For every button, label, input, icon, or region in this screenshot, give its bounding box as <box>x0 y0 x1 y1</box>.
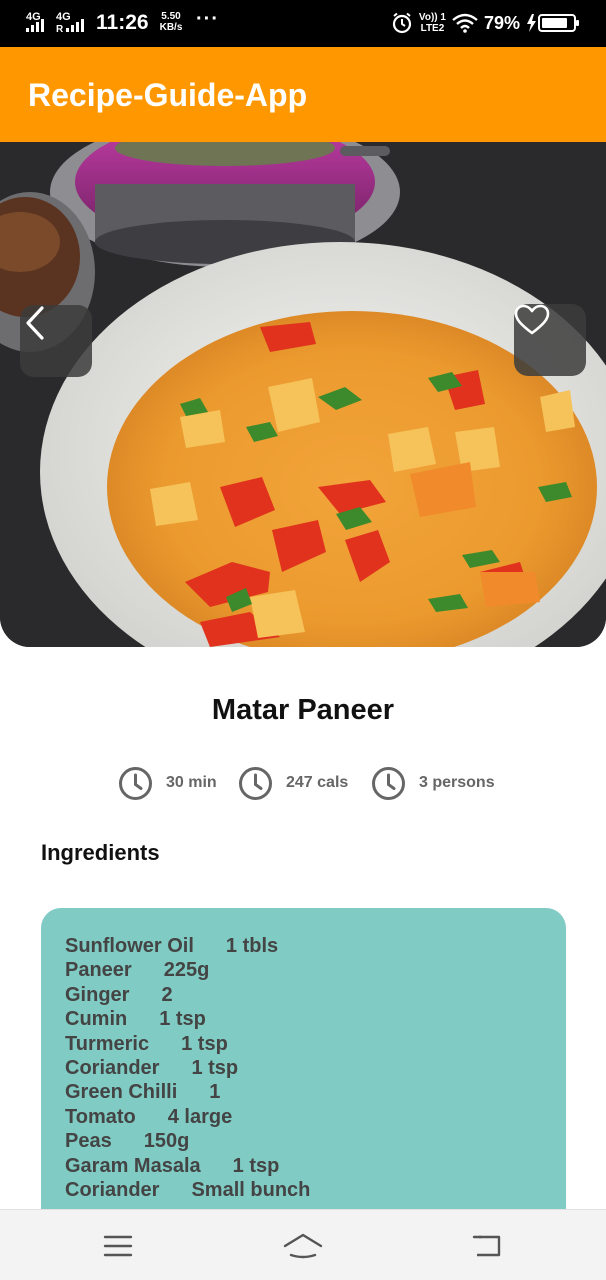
battery-percent: 79% <box>483 12 520 33</box>
clock-time: 11:26 <box>96 11 149 34</box>
ingredient-row: Cumin 1 tsp <box>65 1007 310 1031</box>
svg-text:R: R <box>56 24 64 34</box>
ingredient-name: Paneer <box>65 959 132 982</box>
ingredient-qty: 4 large <box>167 1105 233 1128</box>
clock-icon <box>239 766 272 800</box>
lte2-label: LTE2 <box>420 23 445 34</box>
more-notifications: ··· <box>196 8 219 30</box>
ingredient-qty: 1 <box>209 1081 221 1104</box>
ingredient-name: Cumin <box>65 1008 128 1031</box>
ingredient-name: Ginger <box>65 983 130 1006</box>
speed-unit: KB/s <box>159 22 183 33</box>
app-title: Recipe-Guide-App <box>28 77 308 113</box>
back-nav-button[interactable] <box>467 1230 507 1262</box>
ingredient-qty: 225g <box>163 959 210 982</box>
ingredient-name: Coriander <box>65 1178 160 1201</box>
network-1-label: 4G <box>26 11 41 23</box>
ingredient-name: Coriander <box>65 1056 160 1079</box>
ingredient-row: Green Chilli 1 <box>65 1080 310 1104</box>
ingredient-name: Green Chilli <box>65 1081 178 1104</box>
ingredient-row: Paneer 225g <box>65 958 310 982</box>
ingredient-name: Peas <box>65 1130 112 1153</box>
ingredient-row: Ginger 2 <box>65 983 310 1007</box>
ingredients-heading: Ingredients <box>41 840 160 865</box>
battery-charging-icon <box>527 14 579 32</box>
ingredient-name: Garam Masala <box>65 1154 201 1177</box>
ingredient-row: Turmeric 1 tsp <box>65 1032 310 1056</box>
ingredient-row: Peas 150g <box>65 1129 310 1153</box>
recipe-photo <box>0 142 606 647</box>
info-servings: 3 persons <box>371 765 495 801</box>
info-calories: 247 cals <box>238 765 348 801</box>
ingredient-row: Garam Masala 1 tsp <box>65 1154 310 1178</box>
system-nav-bar <box>0 1209 606 1280</box>
app-bar: Recipe-Guide-App <box>0 47 606 142</box>
volte-label: Vo)) 1 <box>418 12 446 23</box>
ingredient-qty: 1 tsp <box>191 1056 239 1079</box>
network-2-label: 4G <box>56 11 71 23</box>
cook-time-text: 30 min <box>166 774 217 791</box>
back-button[interactable] <box>20 305 92 377</box>
status-right: Vo)) 1 LTE2 79% <box>391 10 580 36</box>
alarm-icon <box>392 12 412 34</box>
calories-text: 247 cals <box>286 774 349 791</box>
ingredient-name: Turmeric <box>65 1032 150 1055</box>
network-speed: 5.50 KB/s <box>158 11 184 33</box>
speed-value: 5.50 <box>161 11 181 22</box>
ingredients-list: Sunflower Oil 1 tbls Paneer 225g Ginger 2 C… <box>65 934 310 1202</box>
heart-icon <box>514 304 550 335</box>
menu-icon <box>103 1235 133 1257</box>
ingredient-qty: 1 tsp <box>181 1032 228 1055</box>
clock-icon <box>372 766 405 800</box>
wifi-icon <box>452 13 478 33</box>
lte-indicator: Vo)) 1 LTE2 <box>419 12 446 34</box>
servings-text: 3 persons <box>419 774 495 791</box>
ingredient-qty: 1 tsp <box>159 1008 206 1031</box>
ingredient-row: Coriander Small bunch <box>65 1178 310 1202</box>
status-bar: 4G 4G R 11:26 5.50 KB/s ··· Vo)) 1 LTE2 <box>0 0 606 47</box>
home-icon <box>283 1233 323 1259</box>
signal-icon: 4G 4G R <box>26 11 84 34</box>
home-button[interactable] <box>283 1230 323 1262</box>
back-nav-icon <box>472 1235 501 1257</box>
ingredient-name: Sunflower Oil <box>65 935 194 957</box>
clock-icon <box>119 766 152 800</box>
ingredient-qty: 1 tbls <box>225 935 279 957</box>
menu-button[interactable] <box>98 1230 138 1262</box>
info-time: 30 min <box>118 765 217 801</box>
ingredient-row: Coriander 1 tsp <box>65 1056 310 1080</box>
ingredient-qty: 150g <box>143 1130 190 1153</box>
ingredient-qty: Small bunch <box>191 1178 311 1201</box>
ingredient-row: Tomato 4 large <box>65 1105 310 1129</box>
favorite-button[interactable] <box>514 304 586 376</box>
ingredient-row: Sunflower Oil 1 tbls <box>65 934 310 958</box>
chevron-left-icon <box>26 306 44 340</box>
ingredient-qty: 2 <box>161 983 173 1006</box>
ingredient-name: Tomato <box>65 1105 136 1128</box>
ingredient-qty: 1 tsp <box>232 1154 280 1177</box>
recipe-title: Matar Paneer <box>211 694 395 726</box>
curry-bowl-illustration <box>0 142 606 647</box>
